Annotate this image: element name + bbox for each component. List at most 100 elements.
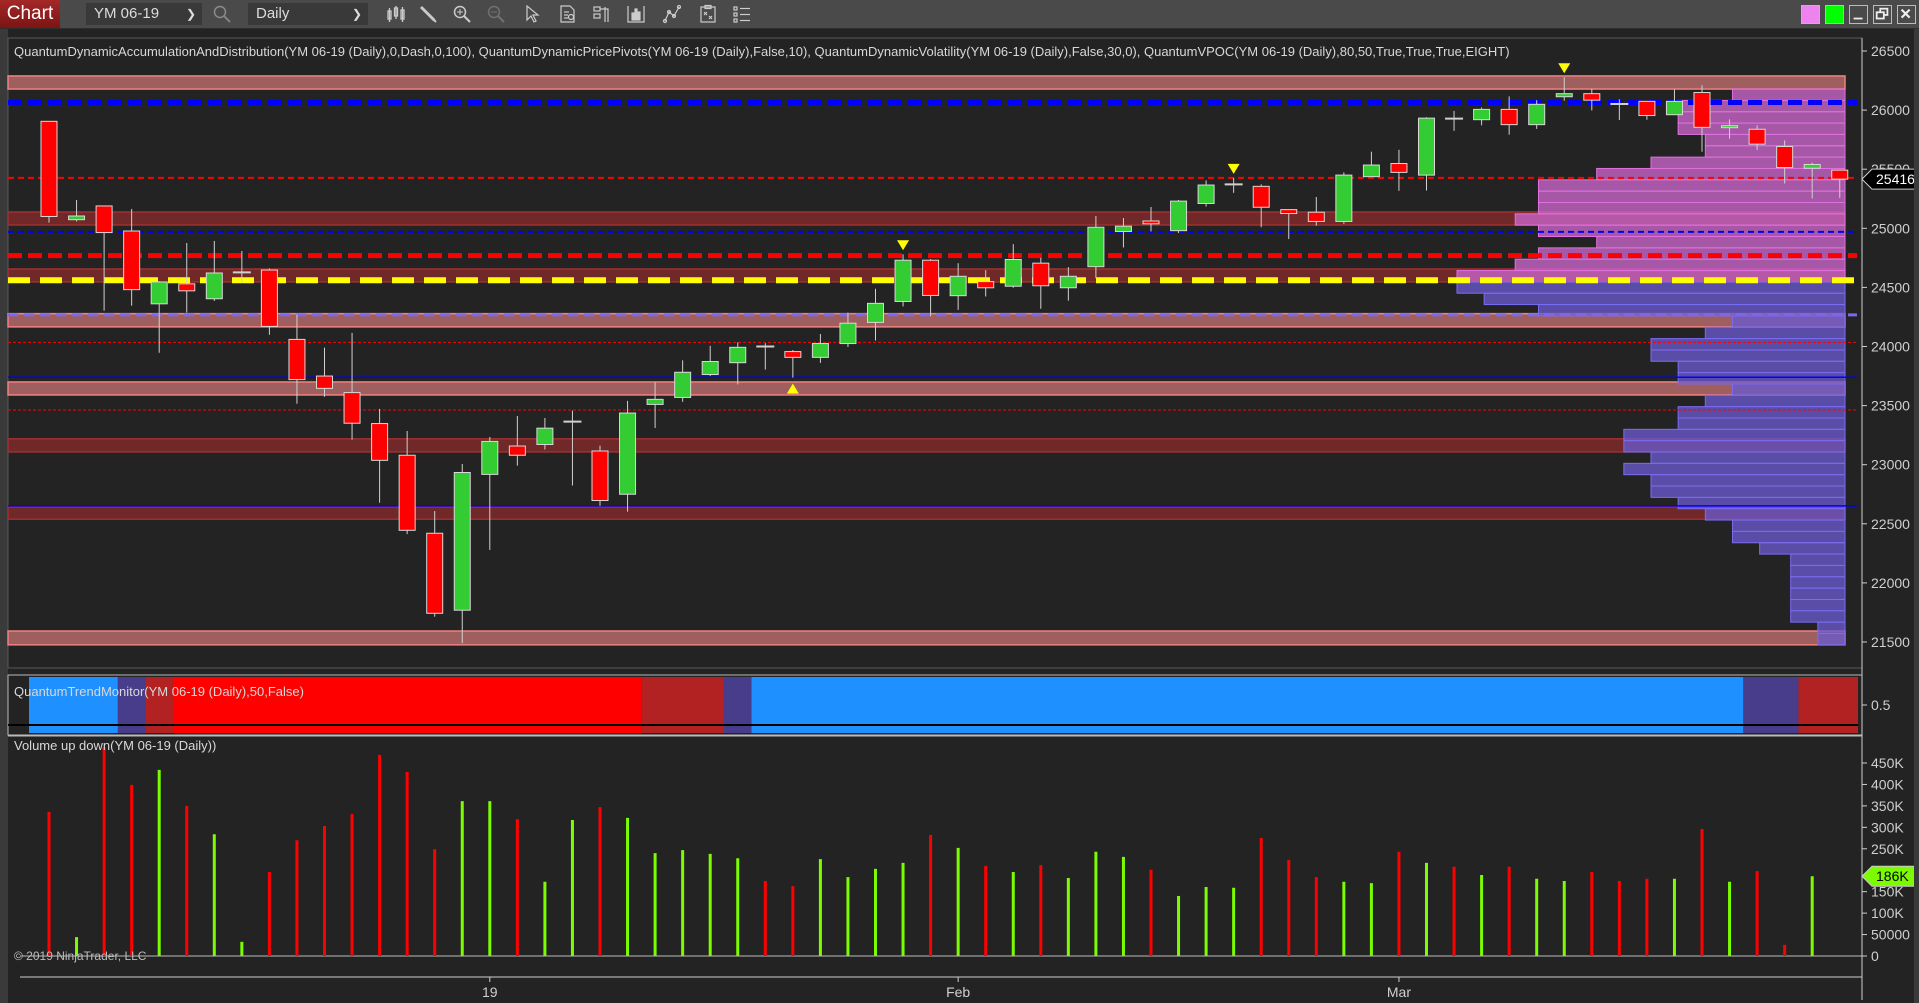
- candle-body: [1170, 200, 1188, 232]
- volume-profile-row: [1759, 542, 1846, 555]
- candle: [1335, 172, 1353, 224]
- candle-body: [1252, 185, 1270, 208]
- candle-body: [123, 230, 141, 291]
- candle-body: [1665, 100, 1683, 116]
- price-panel-frame: [7, 37, 1863, 669]
- price-axis-label: 26000: [1871, 102, 1910, 118]
- price-zone-support-dark: [7, 438, 1846, 453]
- volume-profile-row: [1817, 621, 1846, 634]
- candle-body: [1114, 225, 1132, 232]
- volume-profile-row: [1650, 451, 1846, 464]
- volume-profile-row: [1704, 133, 1846, 147]
- candle-body: [729, 346, 747, 364]
- candle-body: [1583, 93, 1601, 101]
- candle-body: [536, 427, 554, 445]
- candle-body: [316, 375, 333, 389]
- candle-body: [1500, 108, 1518, 126]
- candle: [40, 120, 58, 223]
- candle-body: [398, 454, 416, 531]
- price-axis-label: 24000: [1871, 339, 1910, 355]
- volume-profile-row: [1790, 587, 1846, 600]
- price-axis-label: 24500: [1871, 279, 1910, 295]
- candle-body: [1307, 211, 1325, 222]
- time-axis-label: Feb: [946, 984, 970, 1000]
- price-indicators-label: QuantumDynamicAccumulationAndDistributio…: [14, 44, 1510, 59]
- price-axis-label: 22500: [1871, 516, 1910, 532]
- candle-body: [150, 281, 168, 305]
- candle-body: [1335, 174, 1353, 222]
- time-axis-label: 19: [482, 984, 498, 1000]
- candle-body: [1528, 103, 1546, 126]
- price-panel[interactable]: [7, 37, 1863, 669]
- candle-body: [1638, 100, 1656, 117]
- volume-axis-label: 450K: [1871, 755, 1904, 771]
- volume-profile-row: [1483, 292, 1846, 306]
- price-zone-support-light: [7, 630, 1846, 646]
- candle-body: [1032, 262, 1050, 287]
- candle-body: [867, 302, 884, 323]
- candle-body: [894, 259, 912, 302]
- volume-profile-row: [1650, 485, 1846, 498]
- candle: [591, 445, 609, 506]
- candle-body: [977, 281, 995, 289]
- volume-profile-row: [1731, 383, 1846, 396]
- volume-axis-label: 0: [1871, 948, 1879, 964]
- price-axis-label: 21500: [1871, 634, 1910, 650]
- candle-body: [426, 532, 444, 614]
- candle-body: [40, 120, 58, 217]
- volume-profile-row: [1650, 338, 1846, 351]
- candle-body: [288, 338, 306, 381]
- volume-profile-row: [1817, 632, 1846, 646]
- candle-body: [591, 450, 609, 502]
- price-axis-label: 22000: [1871, 575, 1910, 591]
- candle-body: [1693, 91, 1711, 128]
- volume-profile-row: [1677, 417, 1846, 430]
- copyright: © 2019 NinjaTrader, LLC: [14, 949, 147, 963]
- price-zone-support-light: [7, 381, 1846, 396]
- last-price-label: 25416: [1876, 171, 1915, 187]
- volume-profile-row: [1537, 201, 1846, 215]
- volume-profile-row: [1514, 258, 1846, 272]
- volume-profile-row: [1623, 440, 1846, 453]
- candle-body: [1004, 259, 1022, 287]
- volume-profile-row: [1537, 224, 1846, 238]
- volume-profile-row: [1514, 213, 1846, 226]
- trend-axis-label: 0.5: [1871, 697, 1891, 713]
- volume-profile-row: [1623, 462, 1846, 476]
- price-axis-label: 26500: [1871, 43, 1910, 59]
- volume-axis-label: 50000: [1871, 927, 1910, 943]
- candle-body: [260, 269, 278, 327]
- candle-body: [619, 412, 637, 495]
- volume-axis-label: 400K: [1871, 776, 1904, 792]
- volume-profile-row: [1677, 372, 1846, 385]
- volume-profile-row: [1790, 553, 1846, 566]
- candle-body: [1555, 93, 1573, 98]
- candle: [260, 268, 278, 335]
- candle-body: [1473, 108, 1491, 121]
- trend-monitor-label: QuantumTrendMonitor(YM 06-19 (Daily),50,…: [14, 684, 304, 699]
- candle-body: [784, 351, 802, 358]
- candle: [1528, 100, 1546, 129]
- volume-axis-label: 100K: [1871, 905, 1904, 921]
- candle-body: [839, 322, 857, 345]
- volume-profile-row: [1790, 598, 1846, 612]
- candle-body: [95, 205, 113, 234]
- volume-profile-row: [1790, 564, 1846, 578]
- volume-profile-row: [1731, 88, 1846, 101]
- volume-profile-row: [1623, 428, 1846, 442]
- candle-body: [922, 259, 940, 296]
- candle: [1170, 199, 1188, 234]
- candle-body: [646, 398, 664, 405]
- candle-body: [1831, 169, 1849, 180]
- candle-body: [481, 440, 499, 475]
- candle-body: [811, 343, 829, 358]
- candle: [894, 254, 912, 307]
- price-zone-resistance-light: [7, 75, 1846, 90]
- price-axis-label: 23500: [1871, 398, 1910, 414]
- volume-profile-row: [1790, 576, 1846, 589]
- chart-canvas[interactable]: 2650026000255002500024500240002350023000…: [0, 0, 1919, 1003]
- volume-profile-row: [1596, 236, 1846, 249]
- volume-axis-label: 250K: [1871, 841, 1904, 857]
- candle-body: [1721, 125, 1739, 129]
- candle-body: [1418, 117, 1435, 176]
